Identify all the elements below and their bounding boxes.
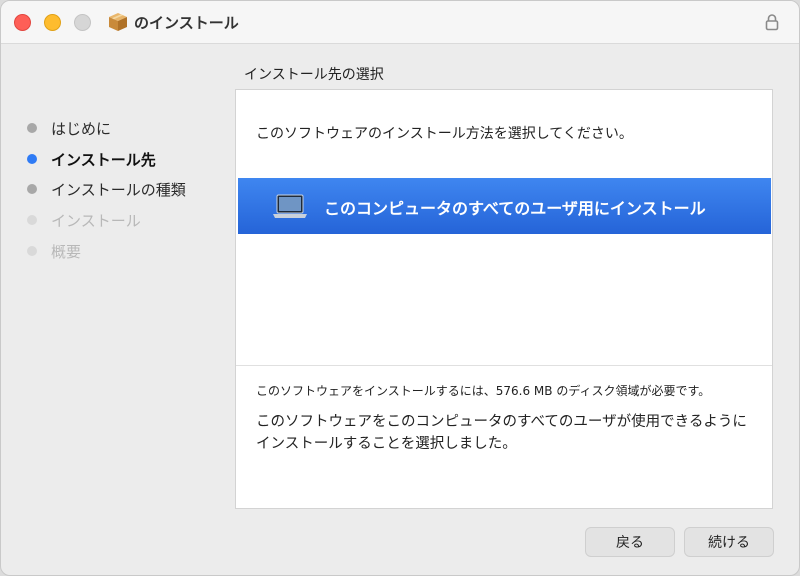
step-status-dot bbox=[27, 215, 37, 225]
back-button[interactable]: 戻る bbox=[585, 527, 675, 557]
laptop-icon bbox=[273, 194, 307, 218]
install-for-all-users-option[interactable]: このコンピュータのすべてのユーザ用にインストール bbox=[238, 178, 771, 234]
title-bar: のインストール bbox=[1, 1, 799, 44]
installer-window: のインストール はじめに インストール先 インストールの種類 インストール 概要… bbox=[0, 0, 800, 576]
step-status-dot bbox=[27, 184, 37, 194]
step-status-dot bbox=[27, 246, 37, 256]
step-label: インストール先 bbox=[51, 150, 156, 169]
option-label: このコンピュータのすべてのユーザ用にインストール bbox=[324, 199, 706, 218]
step-label: 概要 bbox=[51, 242, 82, 261]
steps-sidebar: はじめに インストール先 インストールの種類 インストール 概要 bbox=[1, 44, 231, 575]
minimize-window-button[interactable] bbox=[44, 14, 61, 31]
step-destination: インストール先 bbox=[27, 148, 156, 170]
window-title: のインストール bbox=[134, 14, 239, 32]
step-summary: 概要 bbox=[27, 240, 81, 262]
step-installation: インストール bbox=[27, 209, 141, 231]
package-icon bbox=[109, 13, 127, 31]
section-title: インストール先の選択 bbox=[244, 67, 384, 83]
step-installation-type: インストールの種類 bbox=[27, 178, 186, 200]
zoom-window-button[interactable] bbox=[74, 14, 91, 31]
divider bbox=[236, 365, 772, 366]
continue-button[interactable]: 続ける bbox=[684, 527, 774, 557]
destination-panel: このソフトウェアのインストール方法を選択してください。 このコンピュータのすべて… bbox=[235, 89, 773, 509]
step-status-dot bbox=[27, 154, 37, 164]
close-window-button[interactable] bbox=[14, 14, 31, 31]
lock-icon bbox=[765, 14, 779, 31]
selection-description: このソフトウェアをこのコンピュータのすべてのユーザが使用できるようにインストール… bbox=[256, 414, 747, 452]
step-label: はじめに bbox=[51, 119, 112, 138]
step-label: インストールの種類 bbox=[51, 180, 186, 199]
step-introduction: はじめに bbox=[27, 117, 111, 139]
step-status-dot bbox=[27, 123, 37, 133]
install-method-prompt: このソフトウェアのインストール方法を選択してください。 bbox=[256, 126, 633, 142]
disk-space-note: このソフトウェアをインストールするには、576.6 MB のディスク領域が必要で… bbox=[256, 384, 711, 398]
step-label: インストール bbox=[51, 211, 141, 230]
